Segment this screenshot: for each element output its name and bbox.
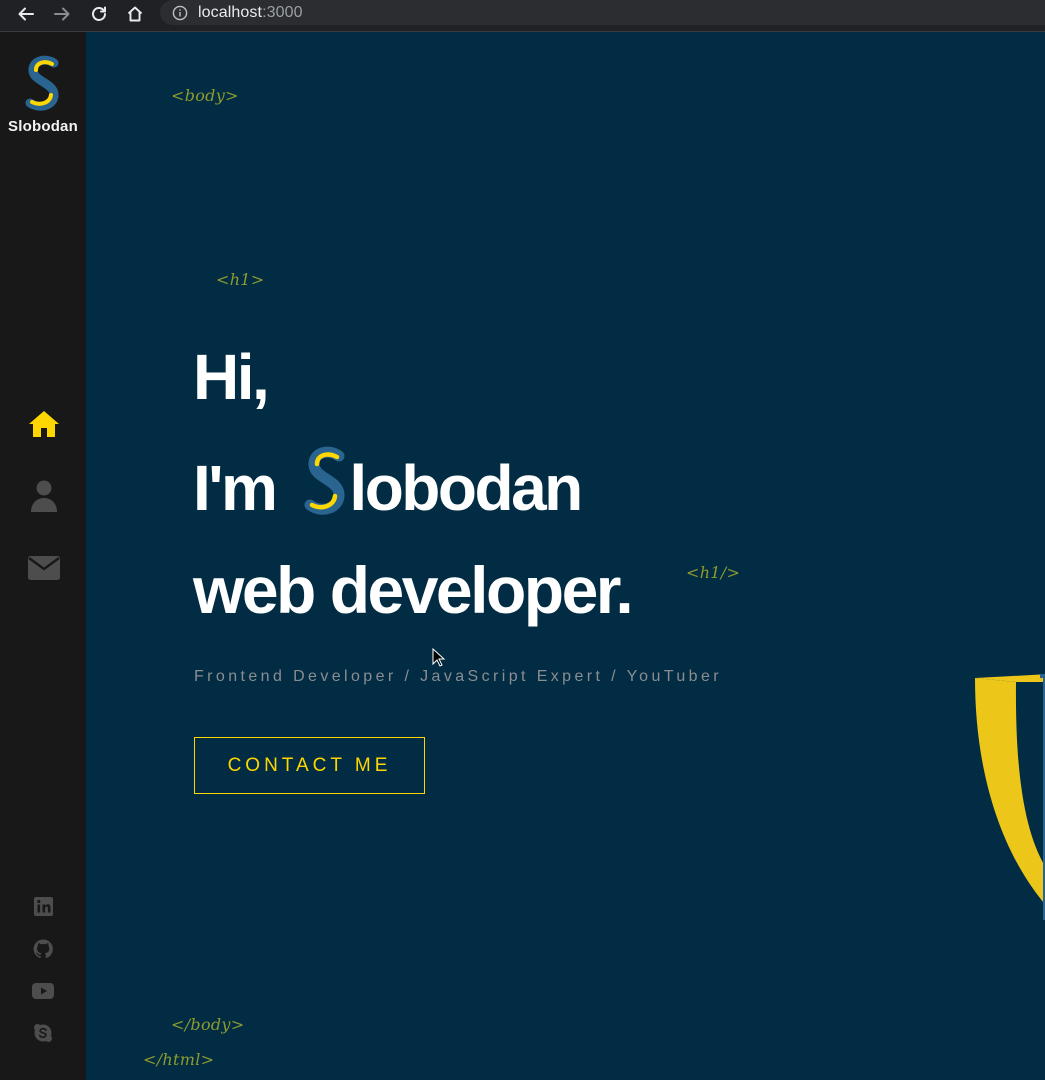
github-icon[interactable] xyxy=(32,938,54,960)
hero-line-name: I'm lobodan xyxy=(193,446,583,525)
info-icon[interactable] xyxy=(172,5,188,21)
logo-s-icon xyxy=(304,446,345,515)
hero-line-role: web developer. xyxy=(193,553,634,627)
linkedin-icon[interactable] xyxy=(32,895,54,917)
reload-icon[interactable] xyxy=(85,1,113,27)
address-bar[interactable]: localhost:3000 xyxy=(160,0,1045,25)
decorative-logo-shape xyxy=(975,674,1045,920)
sidebar: Slobodan xyxy=(0,32,86,1080)
h1-open-tag: <h1> xyxy=(216,270,265,289)
html-close-tag: </html> xyxy=(143,1050,215,1069)
envelope-icon[interactable] xyxy=(26,550,62,586)
back-arrow-icon[interactable] xyxy=(12,1,40,27)
contact-me-button[interactable]: CONTACT ME xyxy=(194,737,425,794)
logo-s-icon xyxy=(25,55,59,111)
hero-line-hi: Hi, xyxy=(193,341,270,413)
hero-im: I'm xyxy=(193,452,278,524)
h1-close-tag: <h1/> xyxy=(686,563,741,582)
forward-arrow-icon[interactable] xyxy=(48,1,76,27)
hero-subtitle: Frontend Developer / JavaScript Expert /… xyxy=(194,668,722,685)
body-close-tag: </body> xyxy=(171,1015,245,1034)
browser-toolbar: localhost:3000 xyxy=(0,0,1045,32)
url-host: localhost xyxy=(198,3,263,21)
youtube-icon[interactable] xyxy=(32,980,54,1002)
user-icon[interactable] xyxy=(26,478,62,514)
hero-name-rest: lobodan xyxy=(349,452,583,524)
mouse-cursor-icon xyxy=(432,648,446,667)
body-open-tag: <body> xyxy=(171,86,239,105)
skype-icon[interactable] xyxy=(32,1022,54,1044)
url-text: localhost:3000 xyxy=(198,4,303,22)
home-icon[interactable] xyxy=(26,406,62,442)
url-port: :3000 xyxy=(262,3,303,21)
home-icon[interactable] xyxy=(121,1,149,27)
logo-text: Slobodan xyxy=(8,118,78,135)
